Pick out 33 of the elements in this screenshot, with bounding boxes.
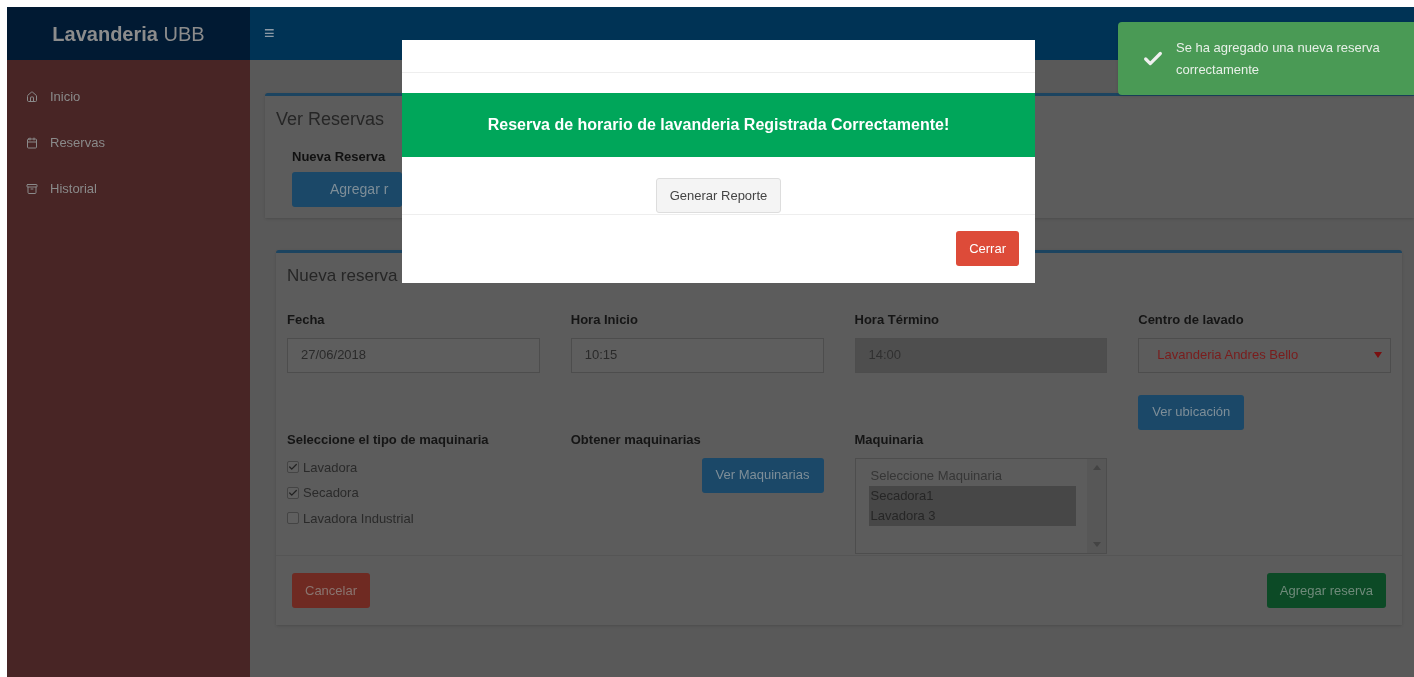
fetch-machines-button[interactable]: Ver Maquinarias	[701, 457, 824, 493]
sidebar-item[interactable]: Historial	[7, 166, 250, 212]
checkbox[interactable]	[287, 486, 299, 499]
home-icon	[26, 91, 38, 103]
report-button[interactable]: Generar Reporte	[655, 178, 782, 213]
success-banner: Reserva de horario de lavanderia Registrada Correctamente!	[402, 93, 1035, 157]
sidebar-item[interactable]: Reservas	[7, 120, 250, 166]
select-field[interactable]: Lavanderia Andres Bello	[1138, 337, 1391, 373]
scrollbar[interactable]	[1087, 458, 1107, 553]
field-label: Hora Término	[854, 311, 940, 329]
check-icon	[288, 487, 298, 498]
field-label: Hora Inicio	[570, 311, 639, 329]
sidebar-item[interactable]: Inicio	[7, 74, 250, 120]
field-label: Maquinaria	[854, 431, 925, 449]
check-icon	[288, 462, 298, 473]
dropdown-icon	[1374, 352, 1382, 358]
checkbox[interactable]	[287, 461, 299, 474]
field-label: Nueva Reserva	[292, 148, 387, 166]
toast-message: Se ha agregado una nueva reserva correctamente	[1176, 38, 1381, 79]
calendar-icon	[26, 137, 38, 149]
cancel-button[interactable]: Cancelar	[292, 573, 371, 608]
brand-logo[interactable]: Lavanderia UBB	[7, 7, 250, 60]
field-label: Obtener maquinarias	[570, 431, 702, 449]
field-label: Centro de lavado	[1138, 311, 1244, 329]
submit-button[interactable]: Agregar reserva	[1266, 573, 1386, 608]
field-label: Fecha	[287, 311, 326, 329]
checkbox[interactable]	[287, 512, 299, 525]
field-label: Seleccione el tipo de maquinaria	[287, 431, 490, 449]
archive-icon	[26, 183, 38, 195]
location-button[interactable]: Ver ubicación	[1138, 394, 1245, 430]
close-button[interactable]: Cerrar	[956, 231, 1019, 266]
add-button[interactable]: Agregar r	[292, 171, 402, 207]
menu-button[interactable]: ≡	[264, 20, 275, 47]
